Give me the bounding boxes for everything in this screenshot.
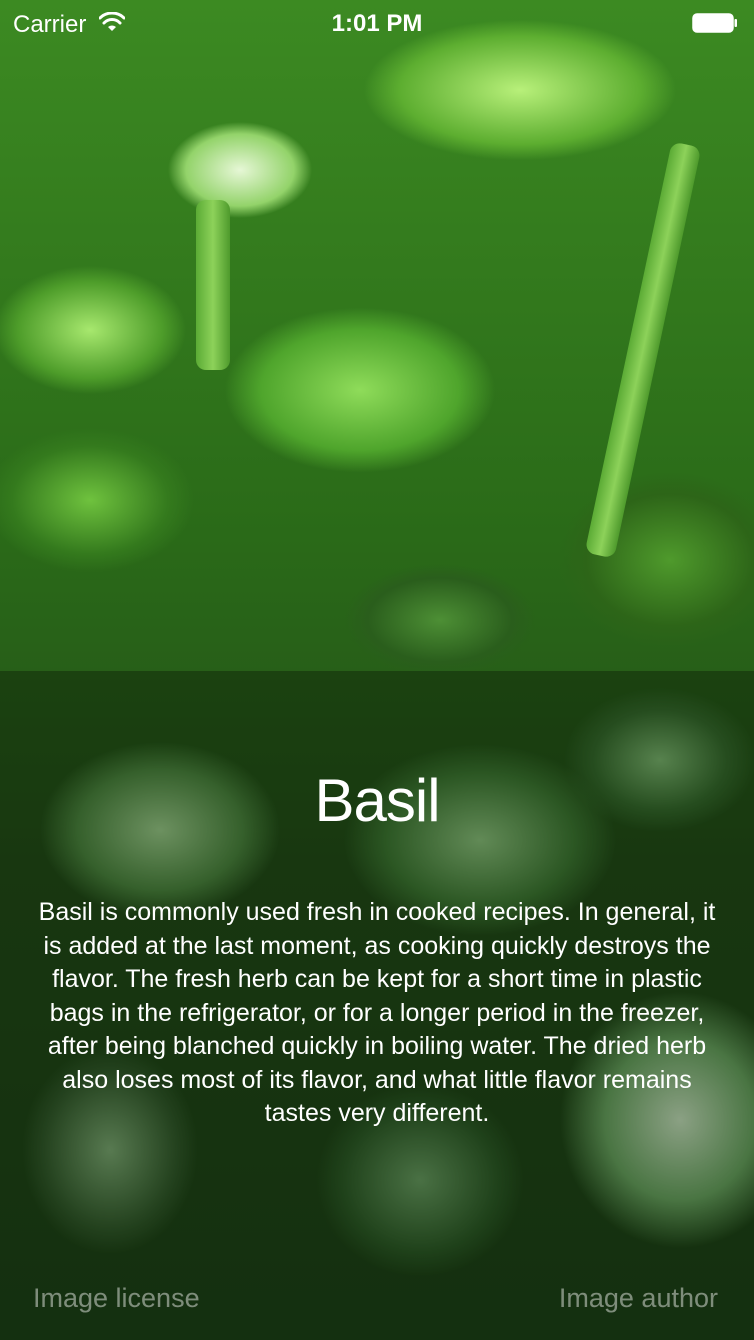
stem-left — [196, 200, 230, 370]
image-author-button[interactable]: Image author — [559, 1283, 718, 1314]
image-license-button[interactable]: Image license — [33, 1283, 200, 1314]
status-bar: Carrier 1:01 PM — [0, 0, 754, 48]
plant-description: Basil is commonly used fresh in cooked r… — [38, 898, 716, 1127]
battery-icon — [692, 13, 737, 33]
stem-right — [584, 141, 702, 559]
status-time: 1:01 PM — [331, 10, 423, 37]
plant-title: Basil — [314, 767, 440, 834]
